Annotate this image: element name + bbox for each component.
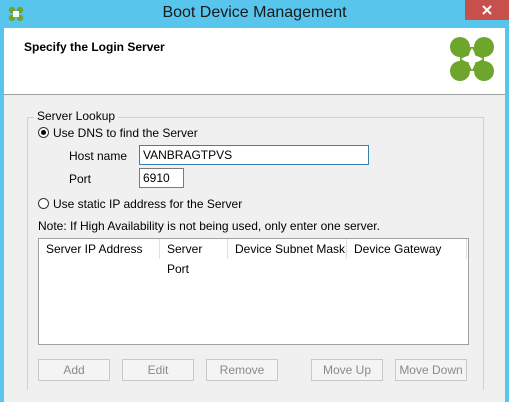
column-header-server-port[interactable]: Server Port bbox=[160, 239, 228, 276]
move-up-button[interactable]: Move Up bbox=[311, 359, 383, 381]
port-input[interactable]: 6910 bbox=[139, 168, 184, 188]
column-header-subnet-mask[interactable]: Device Subnet Mask bbox=[228, 239, 347, 259]
server-lookup-label: Server Lookup bbox=[34, 109, 119, 123]
port-value: 6910 bbox=[143, 171, 170, 185]
close-button[interactable] bbox=[465, 0, 509, 20]
static-ip-radio[interactable] bbox=[38, 198, 49, 209]
window-title: Boot Device Management bbox=[162, 4, 347, 21]
column-header-server-ip[interactable]: Server IP Address bbox=[39, 239, 160, 259]
port-label: Port bbox=[69, 172, 92, 186]
column-header-gateway[interactable]: Device Gateway bbox=[347, 239, 467, 259]
static-ip-radio-label[interactable]: Use static IP address for the Server bbox=[53, 197, 242, 211]
host-name-value: VANBRAGTPVS bbox=[143, 148, 233, 162]
move-down-button[interactable]: Move Down bbox=[395, 359, 467, 381]
ha-note: Note: If High Availability is not being … bbox=[38, 219, 380, 233]
host-name-input[interactable]: VANBRAGTPVS bbox=[139, 145, 369, 165]
close-icon bbox=[482, 5, 492, 15]
dns-radio[interactable] bbox=[38, 127, 49, 138]
page-title: Specify the Login Server bbox=[24, 40, 165, 54]
dns-radio-label[interactable]: Use DNS to find the Server bbox=[53, 126, 198, 140]
citrix-logo bbox=[447, 34, 497, 84]
remove-button[interactable]: Remove bbox=[206, 359, 278, 381]
add-button[interactable]: Add bbox=[38, 359, 110, 381]
host-name-label: Host name bbox=[69, 149, 128, 163]
edit-button[interactable]: Edit bbox=[122, 359, 194, 381]
header-panel bbox=[4, 28, 505, 95]
